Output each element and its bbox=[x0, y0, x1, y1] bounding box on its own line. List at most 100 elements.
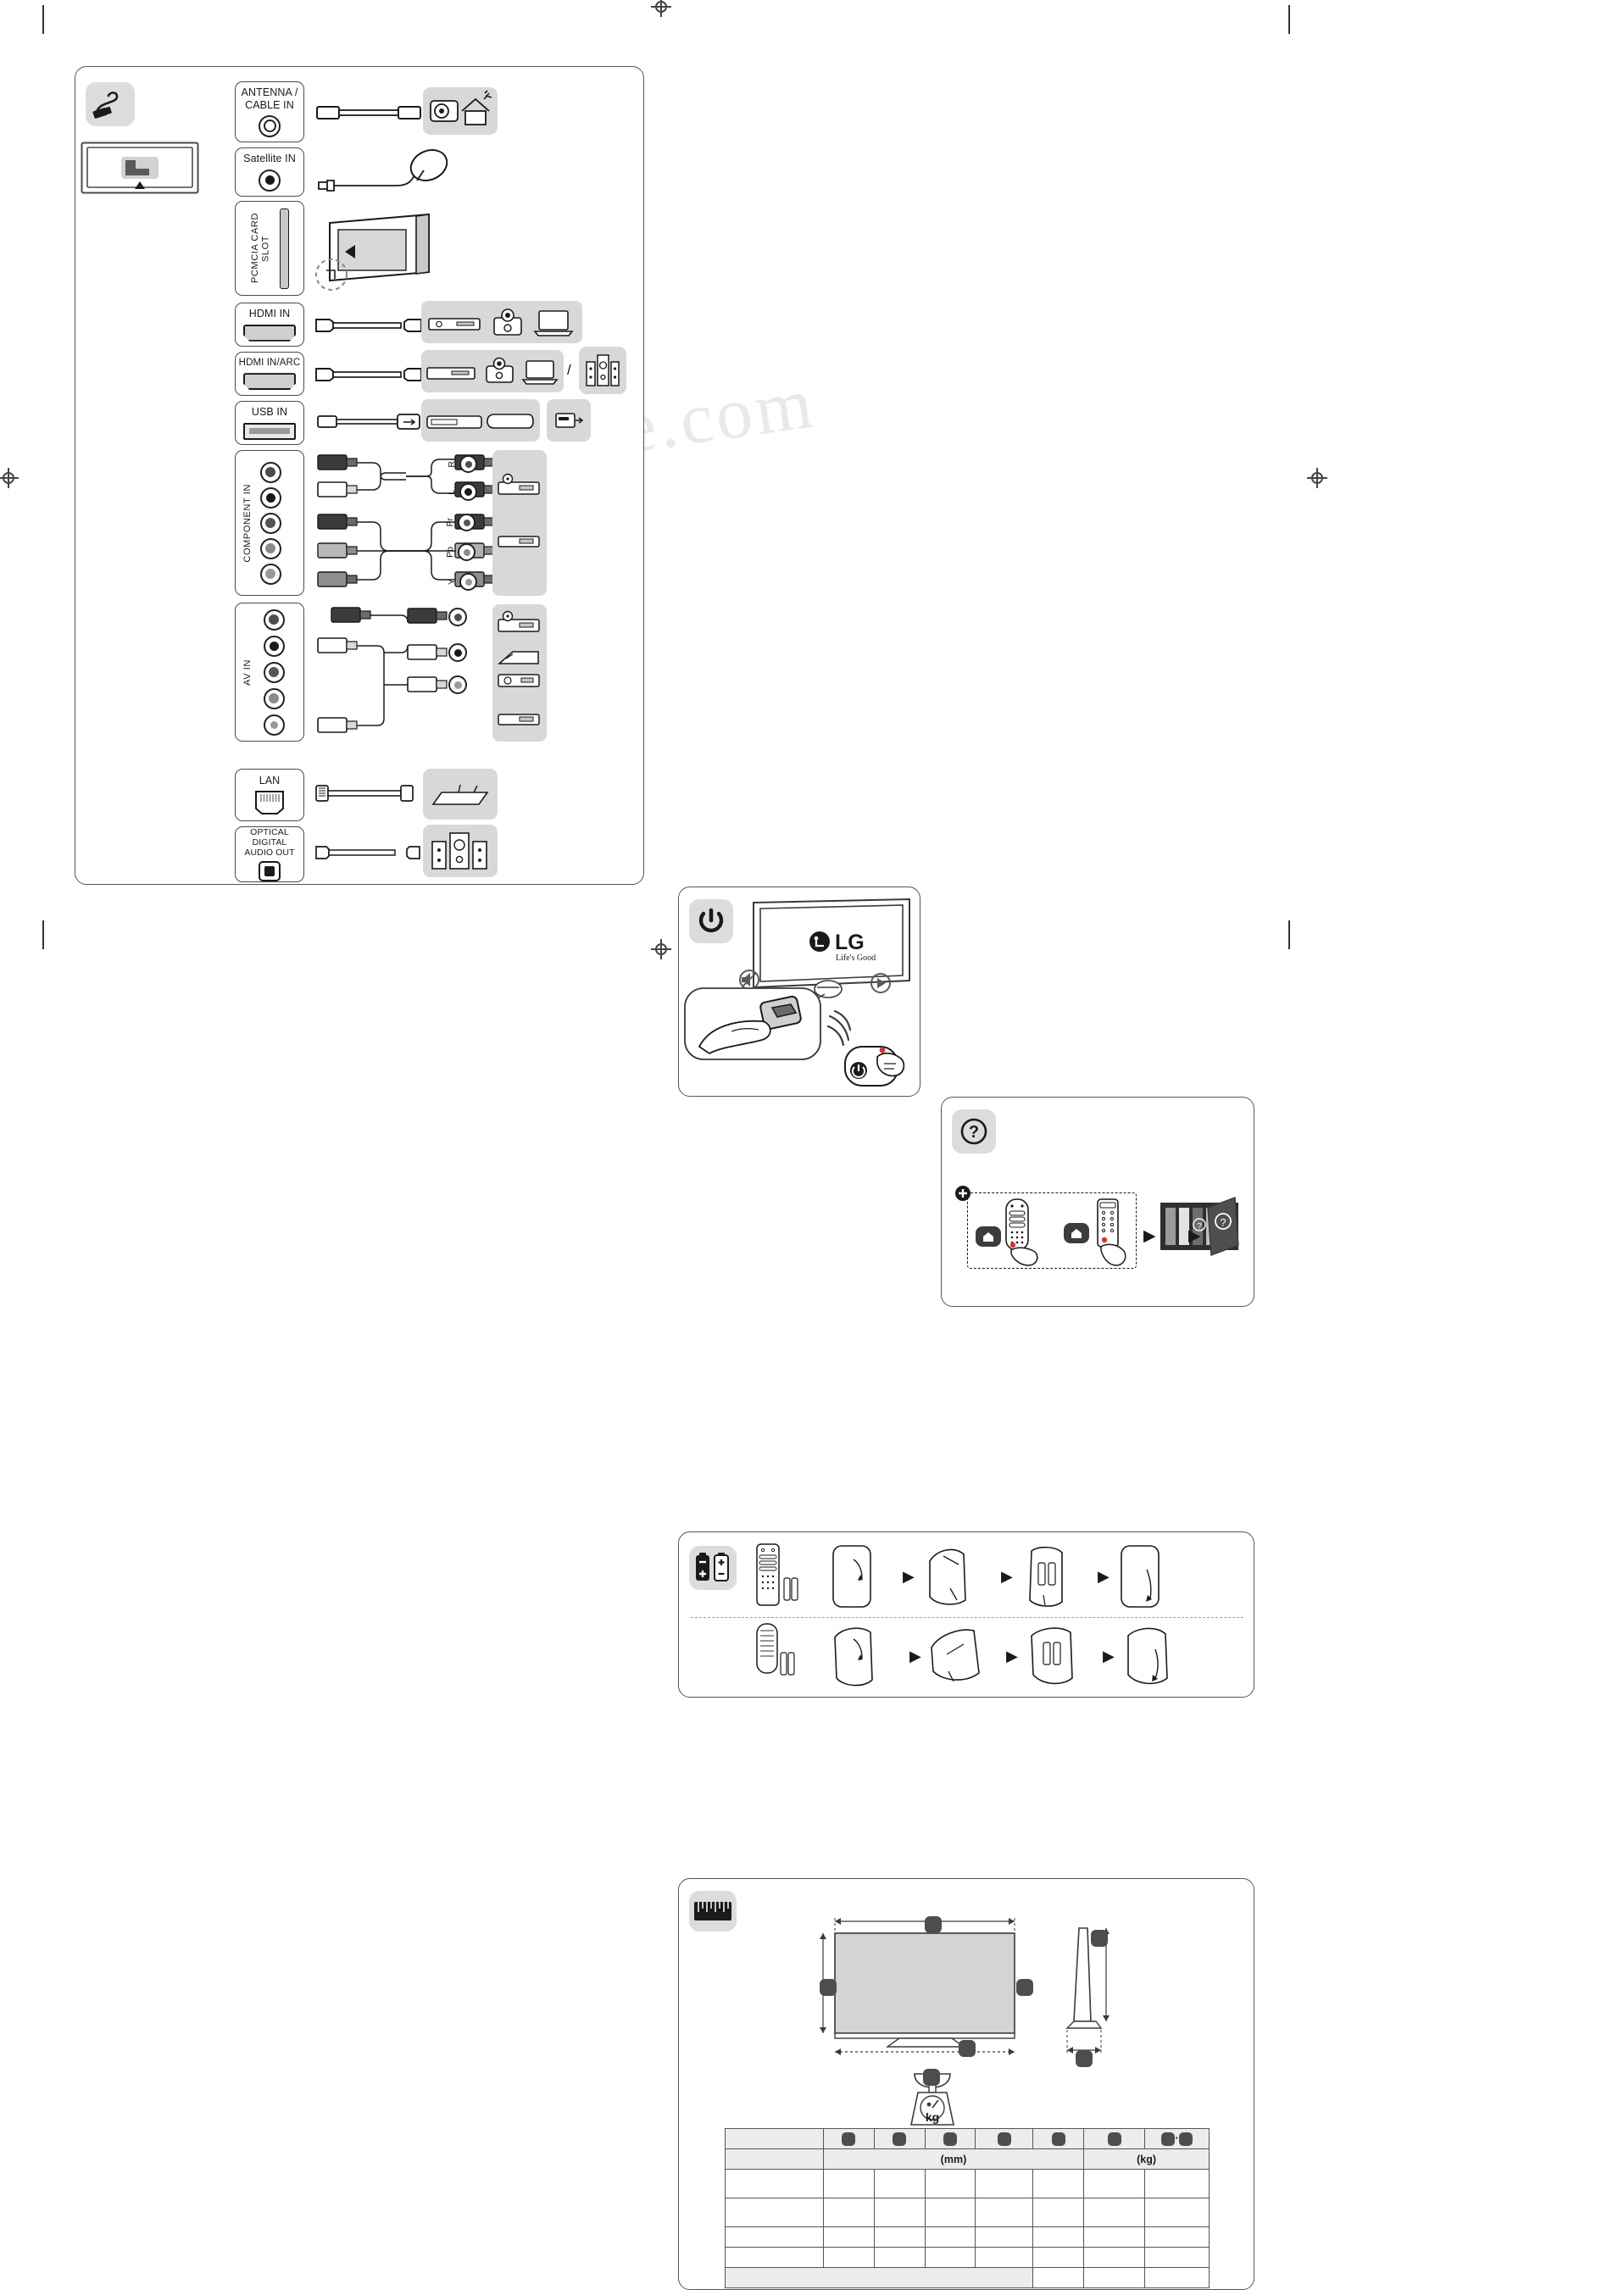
camcorder-icon bbox=[491, 308, 525, 338]
component-cable-illustration bbox=[314, 450, 518, 596]
bluray-player-icon bbox=[426, 365, 476, 381]
usb-cable-illustration bbox=[316, 411, 423, 433]
port-box-usb[interactable]: USB IN bbox=[235, 401, 304, 445]
port-label-antenna: ANTENNA / CABLE IN bbox=[241, 86, 298, 111]
component-device-icons bbox=[492, 450, 547, 596]
port-box-av[interactable]: AV IN bbox=[235, 603, 304, 742]
antenna-wall-outlet-icon bbox=[430, 96, 459, 126]
crop-tick-tr bbox=[1288, 5, 1290, 34]
component-label-l: L bbox=[447, 489, 457, 495]
svg-text:▶: ▶ bbox=[1098, 1568, 1110, 1585]
rj45-jack-icon bbox=[254, 790, 285, 815]
hdmi-arc-separator: / bbox=[567, 362, 571, 378]
laptop-icon bbox=[521, 359, 559, 386]
table-header-dot-4 bbox=[975, 2128, 1034, 2149]
optical-cable-illustration bbox=[314, 843, 423, 862]
table-unit-kg: (kg) bbox=[1083, 2148, 1210, 2170]
power-icon bbox=[689, 899, 733, 943]
help-panel: ? ▶ ? ▶ ? bbox=[941, 1097, 1254, 1307]
camcorder-icon bbox=[484, 357, 516, 386]
table-row bbox=[725, 2247, 1210, 2268]
port-box-pcmcia[interactable]: PCMCIA CARD SLOT bbox=[235, 201, 304, 296]
ruler-icon bbox=[689, 1891, 737, 1931]
port-box-satellite[interactable]: Satellite IN bbox=[235, 147, 304, 197]
port-box-hdmi-arc[interactable]: HDMI IN/ARC bbox=[235, 352, 304, 396]
port-box-hdmi[interactable]: HDMI IN bbox=[235, 303, 304, 347]
av-jack-v bbox=[448, 675, 467, 694]
table-row bbox=[725, 2169, 1210, 2198]
help-step-4[interactable]: ? bbox=[1206, 1196, 1240, 1257]
hdmi-arc-port-icon bbox=[243, 373, 296, 391]
dimension-marker-c bbox=[1016, 1979, 1033, 1996]
registration-mark-left bbox=[0, 468, 19, 488]
svg-text:▶: ▶ bbox=[1006, 1648, 1018, 1665]
table-cell bbox=[1144, 2247, 1210, 2268]
battery-polarity-icon bbox=[689, 1546, 737, 1590]
table-header-dot-5 bbox=[1032, 2128, 1085, 2149]
dvd-player-icon bbox=[498, 610, 540, 633]
speaker-system-icon bbox=[431, 831, 487, 870]
cable-icon bbox=[86, 82, 135, 126]
table-row bbox=[725, 2226, 1210, 2248]
tv-rear-panel-icon bbox=[81, 142, 199, 194]
table-cell-model bbox=[725, 2198, 824, 2227]
speaker-system-icon bbox=[586, 353, 620, 387]
table-row-footer bbox=[724, 2267, 1210, 2288]
component-label-pr: Pr bbox=[445, 518, 455, 527]
table-corner-cell bbox=[725, 2128, 824, 2149]
antenna-cable-illustration bbox=[316, 103, 425, 123]
house-antenna-icon bbox=[459, 90, 494, 130]
set-top-box-icon bbox=[498, 713, 540, 726]
port-box-lan[interactable]: LAN bbox=[235, 769, 304, 821]
table-units-corner bbox=[725, 2148, 824, 2170]
table-cell bbox=[975, 2169, 1034, 2198]
port-box-antenna[interactable]: ANTENNA / CABLE IN bbox=[235, 81, 304, 142]
table-cell-model bbox=[725, 2169, 824, 2198]
rca-jack-y bbox=[259, 563, 281, 585]
remote-ir-signal-icon bbox=[826, 1003, 918, 1089]
table-cell bbox=[1032, 2247, 1085, 2268]
f-type-jack-icon bbox=[259, 169, 281, 192]
table-cell bbox=[1144, 2198, 1210, 2227]
connections-panel: ANTENNA / CABLE IN Satellite IN PCMCIA C… bbox=[75, 66, 644, 885]
component-label-r: R bbox=[447, 460, 457, 468]
port-label-satellite: Satellite IN bbox=[243, 153, 296, 165]
usb-port-icon bbox=[243, 422, 296, 440]
registration-mark-bottom bbox=[651, 939, 671, 959]
scale-unit-label: kg bbox=[926, 2110, 939, 2124]
av-jack-2 bbox=[263, 635, 285, 657]
rca-jack-pr bbox=[259, 512, 281, 534]
dimension-marker-e bbox=[1091, 1930, 1108, 1947]
coax-jack-icon bbox=[259, 114, 281, 137]
bluray-player-icon bbox=[428, 316, 481, 331]
svg-text:?: ? bbox=[969, 1123, 979, 1142]
table-cell bbox=[975, 2226, 1034, 2248]
av-jack-l bbox=[448, 643, 467, 662]
dimensions-table: · (mm) (kg) bbox=[724, 2128, 1210, 2288]
help-step-1[interactable] bbox=[974, 1198, 1050, 1267]
hdmi-port-icon bbox=[243, 324, 296, 342]
table-cell bbox=[1032, 2169, 1085, 2198]
set-top-box-icon bbox=[498, 535, 540, 548]
help-step-2[interactable] bbox=[1060, 1198, 1133, 1267]
table-cell-model bbox=[725, 2226, 824, 2248]
svg-text:LG: LG bbox=[835, 931, 865, 954]
satellite-cable-illustration bbox=[317, 148, 453, 197]
port-box-component[interactable]: COMPONENT IN bbox=[235, 450, 304, 596]
table-unit-mm: (mm) bbox=[822, 2148, 1085, 2170]
help-step-arrow-3: ▶ bbox=[1188, 1227, 1201, 1245]
table-cell-model bbox=[725, 2247, 824, 2268]
table-cell bbox=[1083, 2226, 1146, 2248]
dimension-marker-b bbox=[820, 1979, 837, 1996]
port-label-optical: OPTICAL DIGITAL AUDIO OUT bbox=[244, 827, 295, 859]
port-box-optical[interactable]: OPTICAL DIGITAL AUDIO OUT bbox=[235, 826, 304, 882]
component-signal-jack-pb: Pb bbox=[445, 543, 476, 561]
table-header-dot-3 bbox=[924, 2128, 976, 2149]
table-cell bbox=[1083, 2198, 1146, 2227]
av-jack-1 bbox=[263, 609, 285, 631]
table-header-dot-6 bbox=[1083, 2128, 1146, 2149]
table-cell bbox=[822, 2169, 875, 2198]
hdmi-arc-cable-illustration bbox=[314, 364, 423, 386]
table-cell bbox=[1083, 2247, 1146, 2268]
table-cell bbox=[1032, 2267, 1085, 2288]
